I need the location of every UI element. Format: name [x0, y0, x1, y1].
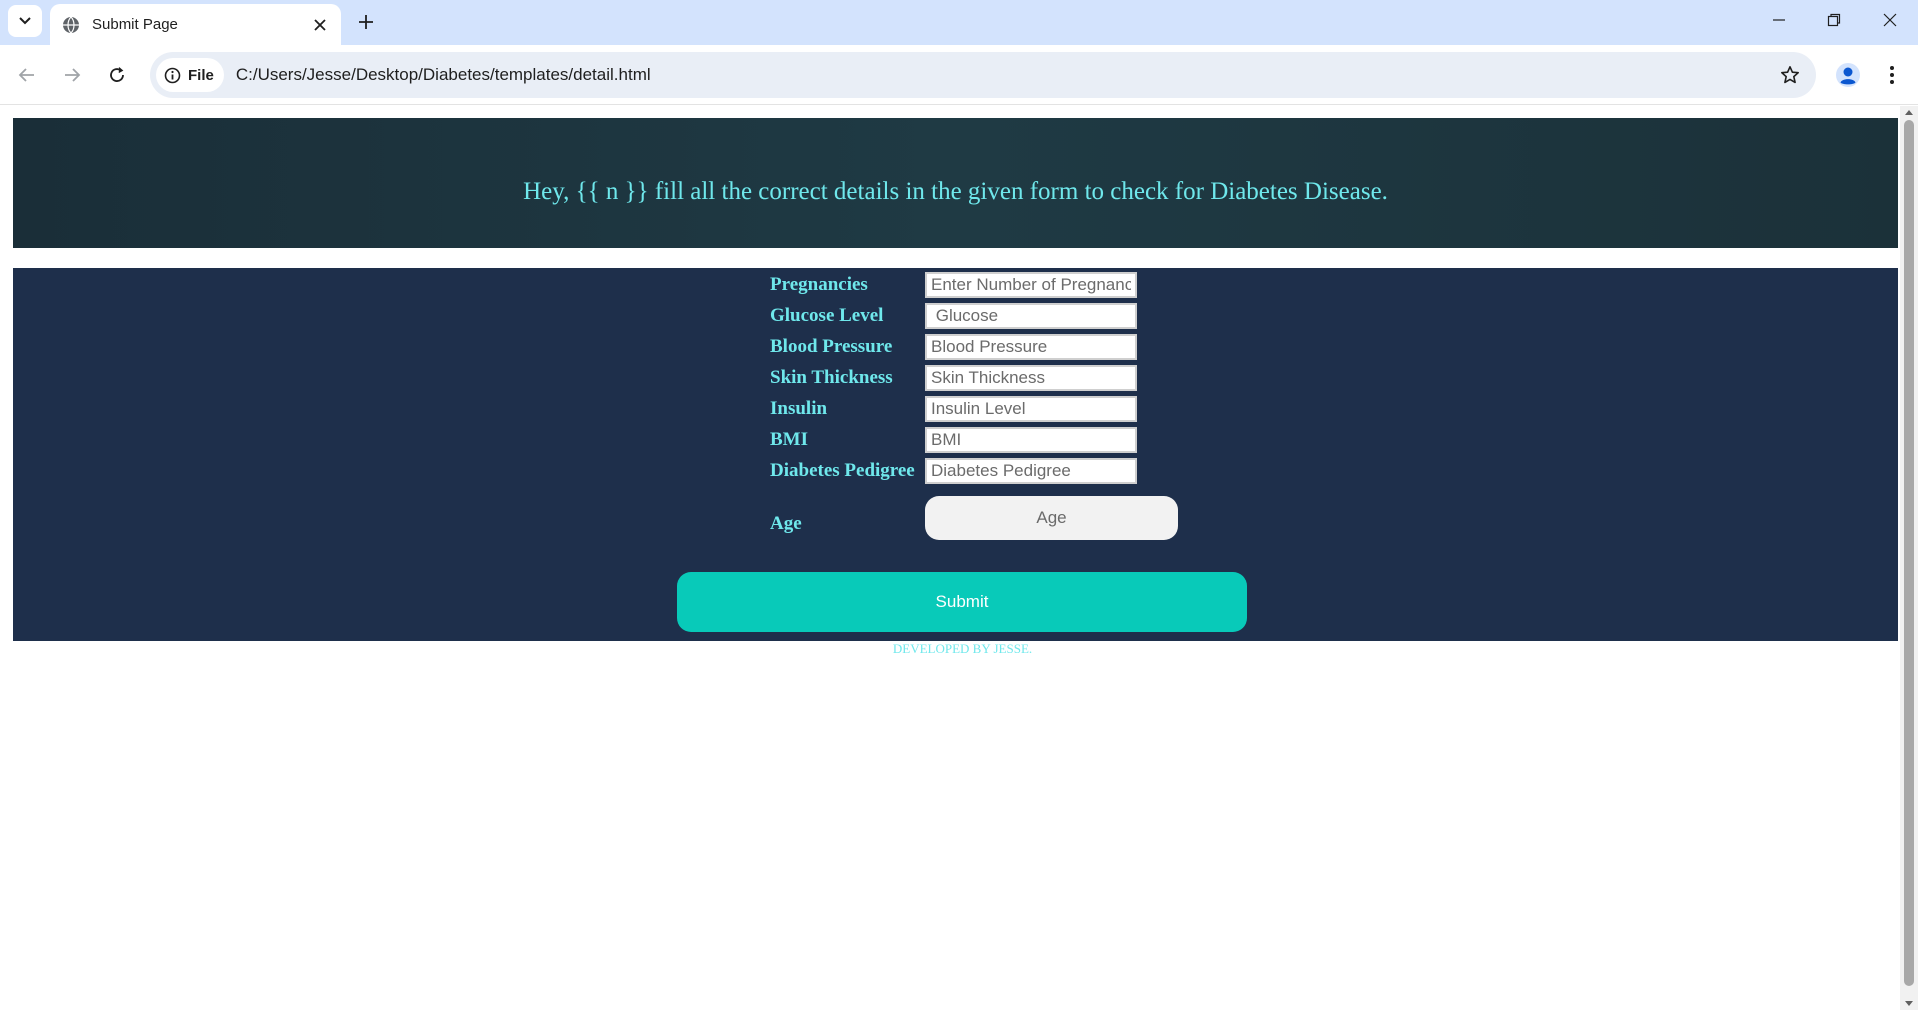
bmi-label: BMI — [770, 429, 808, 450]
site-info-chip[interactable]: File — [156, 58, 224, 92]
close-window-button[interactable] — [1862, 0, 1918, 40]
back-button[interactable] — [10, 58, 44, 92]
pregnancies-label: Pregnancies — [770, 274, 868, 295]
diabetes-pedigree-input[interactable] — [925, 458, 1137, 484]
age-input[interactable] — [925, 496, 1178, 540]
back-arrow-icon — [18, 68, 34, 82]
browser-tab[interactable]: Submit Page — [50, 4, 341, 45]
tab-search-button[interactable] — [8, 5, 42, 37]
new-tab-button[interactable] — [352, 8, 380, 36]
page-scrollbar[interactable] — [1900, 106, 1918, 1010]
reload-icon — [110, 67, 124, 82]
bmi-input[interactable] — [925, 427, 1137, 453]
browser-menu-button[interactable] — [1874, 57, 1910, 93]
page-viewport: Hey, {{ n }} fill all the correct detail… — [0, 106, 1900, 1010]
globe-icon — [63, 16, 79, 33]
page-header-banner: Hey, {{ n }} fill all the correct detail… — [13, 118, 1898, 248]
pregnancies-input[interactable] — [925, 272, 1137, 298]
plus-icon — [359, 15, 373, 29]
form-row-diabetes-pedigree: Diabetes Pedigree — [770, 457, 1137, 485]
tab-close-button[interactable] — [309, 14, 331, 36]
kebab-menu-icon — [1890, 66, 1894, 84]
scroll-down-arrow[interactable] — [1905, 1001, 1913, 1006]
blood-pressure-label: Blood Pressure — [770, 336, 893, 357]
insulin-input[interactable] — [925, 396, 1137, 422]
info-icon — [164, 67, 181, 83]
chevron-down-icon — [19, 17, 31, 25]
form-row-pregnancies: Pregnancies — [770, 271, 1137, 299]
skin-thickness-label: Skin Thickness — [770, 367, 893, 388]
page-header-text: Hey, {{ n }} fill all the correct detail… — [523, 178, 1388, 205]
submit-button[interactable]: Submit — [677, 572, 1247, 632]
minimize-button[interactable] — [1751, 0, 1807, 40]
age-label: Age — [770, 513, 802, 534]
address-bar[interactable]: File C:/Users/Jesse/Desktop/Diabetes/tem… — [150, 52, 1816, 98]
skin-thickness-input[interactable] — [925, 365, 1137, 391]
browser-toolbar: File C:/Users/Jesse/Desktop/Diabetes/tem… — [0, 45, 1918, 105]
diabetes-pedigree-label: Diabetes Pedigree — [770, 460, 915, 481]
reload-button[interactable] — [100, 58, 134, 92]
profile-icon — [1836, 63, 1860, 87]
developer-credit: DEVELOPED BY JESSE. — [892, 641, 1033, 656]
profile-button[interactable] — [1830, 57, 1866, 93]
form-row-insulin: Insulin — [770, 395, 1137, 423]
diabetes-form: Pregnancies Glucose Level Blood Pressure… — [13, 268, 1898, 641]
glucose-label: Glucose Level — [770, 305, 884, 326]
forward-button[interactable] — [55, 58, 89, 92]
file-scheme-label: File — [188, 66, 214, 84]
bookmark-button[interactable] — [1772, 57, 1808, 93]
form-row-bmi: BMI — [770, 426, 1137, 454]
minimize-icon — [1773, 19, 1785, 21]
glucose-input[interactable] — [925, 303, 1137, 329]
form-row-blood-pressure: Blood Pressure — [770, 333, 1137, 361]
insulin-label: Insulin — [770, 398, 828, 419]
blood-pressure-input[interactable] — [925, 334, 1137, 360]
scroll-up-arrow[interactable] — [1905, 110, 1913, 115]
close-icon — [314, 18, 326, 31]
form-row-age: Age — [770, 495, 1178, 541]
star-icon — [1781, 66, 1799, 84]
url-text[interactable]: C:/Users/Jesse/Desktop/Diabetes/template… — [236, 65, 1772, 85]
forward-arrow-icon — [65, 68, 81, 82]
restore-button[interactable] — [1806, 0, 1862, 40]
restore-icon — [1827, 13, 1841, 27]
browser-tab-strip: Submit Page — [0, 0, 1918, 45]
close-icon — [1883, 13, 1897, 27]
scroll-thumb[interactable] — [1904, 120, 1914, 986]
form-row-skin-thickness: Skin Thickness — [770, 364, 1137, 392]
tab-title: Submit Page — [92, 16, 178, 33]
form-row-glucose: Glucose Level — [770, 302, 1137, 330]
